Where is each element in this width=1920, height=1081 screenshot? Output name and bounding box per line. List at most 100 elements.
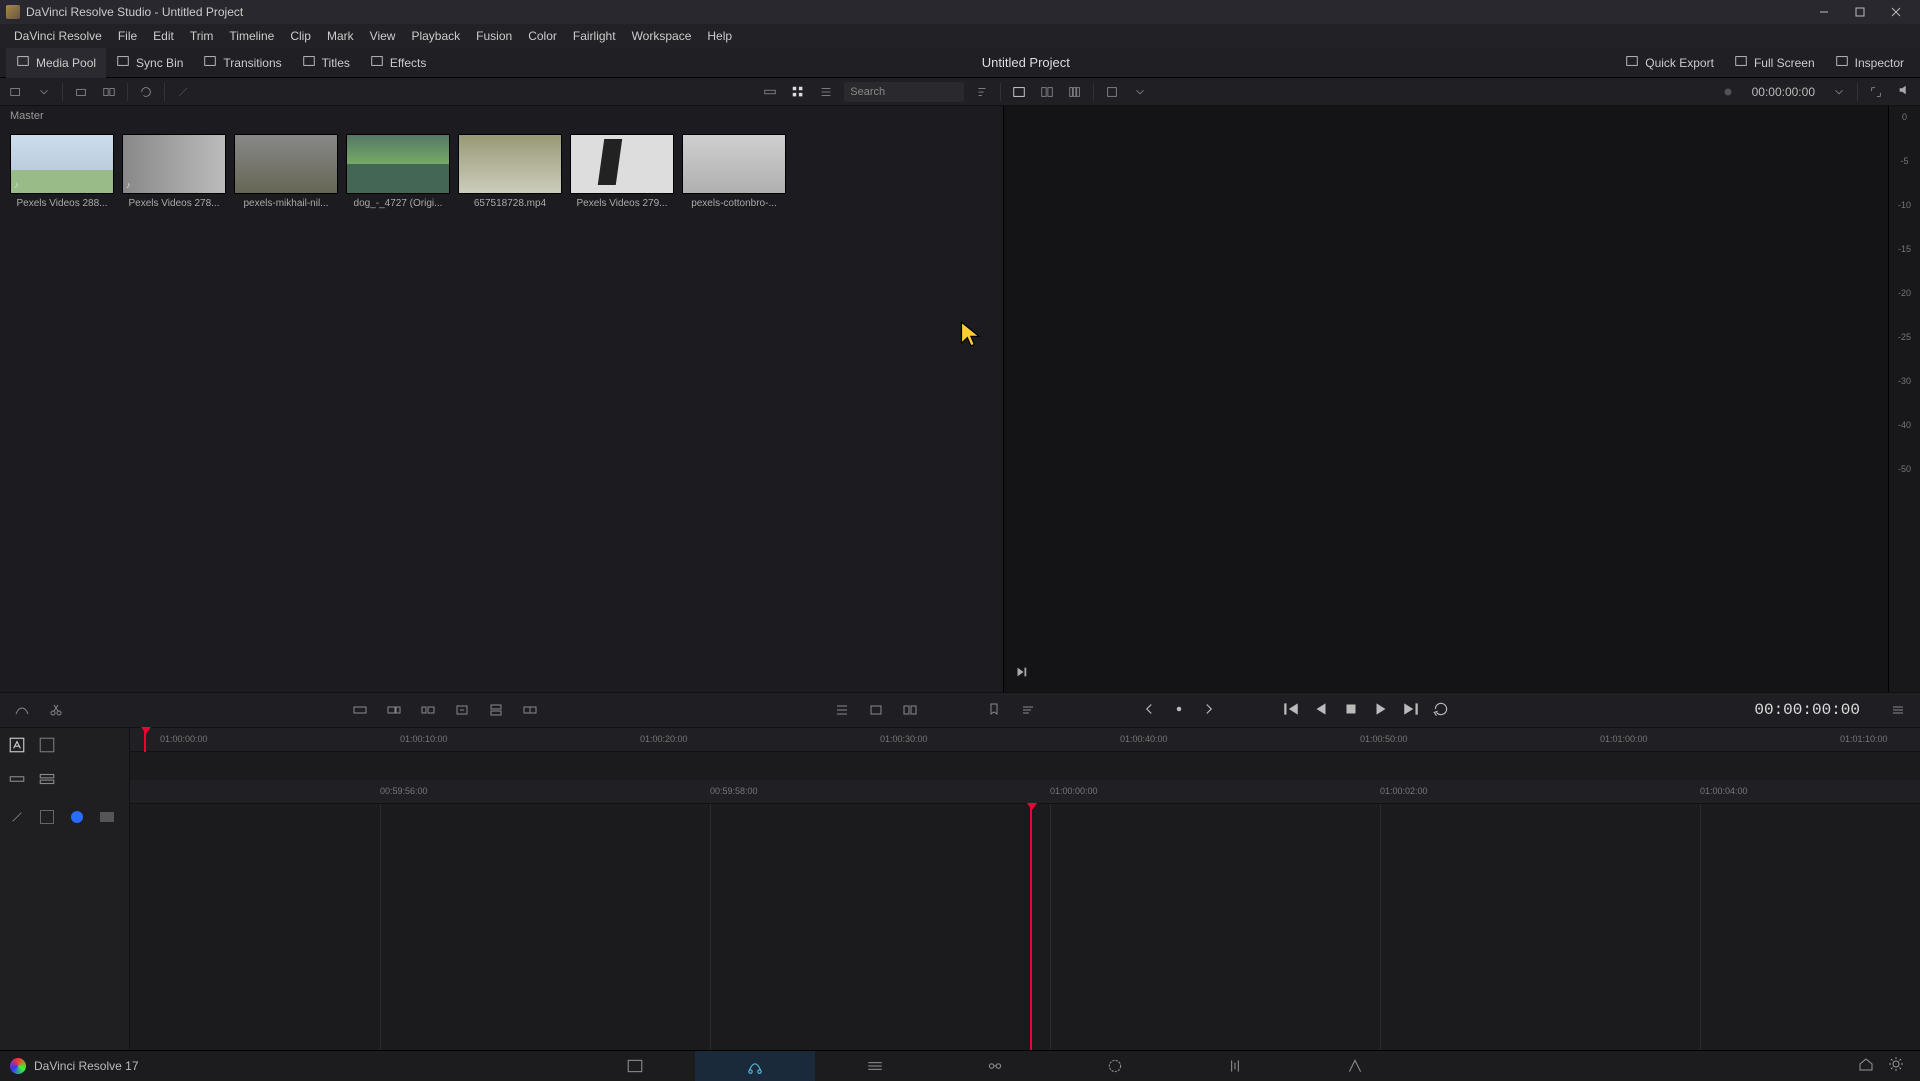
home-icon[interactable] — [1858, 1056, 1874, 1075]
video-track-icon[interactable] — [6, 768, 28, 790]
tab-effects[interactable]: Effects — [360, 48, 436, 78]
bin-icon[interactable] — [71, 83, 91, 101]
menu-clip[interactable]: Clip — [282, 29, 319, 43]
clip-thumbnail[interactable]: ♪Pexels Videos 279... — [570, 134, 674, 209]
loop-icon[interactable] — [1432, 700, 1450, 721]
closeup-icon[interactable] — [450, 699, 474, 721]
menu-edit[interactable]: Edit — [145, 29, 182, 43]
stop-icon[interactable] — [1342, 700, 1360, 721]
page-cut[interactable] — [695, 1051, 815, 1081]
menu-fusion[interactable]: Fusion — [468, 29, 520, 43]
smart-insert-icon[interactable] — [348, 699, 372, 721]
track-area[interactable] — [130, 804, 1920, 1050]
timeline-ruler-overview[interactable]: 01:00:00:0001:00:10:0001:00:20:0001:00:3… — [130, 728, 1920, 752]
view-mode-c-icon[interactable] — [1065, 83, 1085, 101]
view-mode-b-icon[interactable] — [1037, 83, 1057, 101]
prev-edit-icon[interactable] — [1140, 700, 1158, 721]
tab-inspector[interactable]: Inspector — [1825, 48, 1914, 78]
chevron-down-icon[interactable] — [1130, 83, 1150, 101]
place-on-top-icon[interactable] — [484, 699, 508, 721]
menu-view[interactable]: View — [362, 29, 404, 43]
tab-titles[interactable]: Titles — [292, 48, 360, 78]
playhead[interactable] — [1030, 804, 1032, 1050]
maximize-button[interactable] — [1842, 1, 1878, 23]
menu-trim[interactable]: Trim — [182, 29, 222, 43]
record-icon[interactable] — [1718, 83, 1738, 101]
clip-thumbnail[interactable]: pexels-mikhail-nil... — [234, 134, 338, 209]
refresh-icon[interactable] — [136, 83, 156, 101]
menu-fairlight[interactable]: Fairlight — [565, 29, 624, 43]
tab-full-screen[interactable]: Full Screen — [1724, 48, 1825, 78]
ripple-icon[interactable] — [416, 699, 440, 721]
tab-quick-export[interactable]: Quick Export — [1615, 48, 1724, 78]
go-start-icon[interactable] — [1282, 700, 1300, 721]
search-input[interactable]: Search — [844, 82, 964, 102]
track-color-icon[interactable] — [96, 806, 118, 828]
clip-thumbnail[interactable]: dog_-_4727 (Origi... — [346, 134, 450, 209]
tc-menu-icon[interactable] — [1829, 83, 1849, 101]
play-reverse-icon[interactable] — [1312, 700, 1330, 721]
page-fairlight[interactable] — [1175, 1051, 1295, 1081]
wand-icon[interactable] — [173, 83, 193, 101]
timeline-tracks[interactable]: 01:00:00:0001:00:10:0001:00:20:0001:00:3… — [130, 728, 1920, 1050]
marker-color-icon[interactable] — [66, 806, 88, 828]
tool-b-icon[interactable] — [864, 699, 888, 721]
sort-icon[interactable] — [972, 83, 992, 101]
append-icon[interactable] — [382, 699, 406, 721]
boring-detector-icon[interactable] — [10, 699, 34, 721]
project-settings-icon[interactable] — [1888, 1056, 1904, 1075]
clip-thumbnail[interactable]: ♪Pexels Videos 288... — [10, 134, 114, 209]
flags-icon[interactable] — [1016, 699, 1040, 721]
clip-thumbnail[interactable]: 657518728.mp4 — [458, 134, 562, 209]
page-fusion[interactable] — [935, 1051, 1055, 1081]
split-clip-icon[interactable] — [44, 699, 68, 721]
page-media[interactable] — [575, 1051, 695, 1081]
viewer-panel[interactable] — [1004, 106, 1888, 692]
menu-file[interactable]: File — [110, 29, 145, 43]
list-view-icon[interactable] — [816, 83, 836, 101]
speaker-icon[interactable] — [1894, 81, 1914, 99]
timeline-ruler-detail[interactable]: 00:59:56:0000:59:58:0001:00:00:0001:00:0… — [130, 780, 1920, 804]
marker-icon[interactable] — [982, 699, 1006, 721]
menu-workspace[interactable]: Workspace — [624, 29, 700, 43]
tool-c-icon[interactable] — [898, 699, 922, 721]
overview-playhead[interactable] — [144, 728, 146, 752]
menu-help[interactable]: Help — [699, 29, 740, 43]
bin-path[interactable]: Master — [0, 106, 1003, 128]
thumbnail-view-icon[interactable] — [788, 83, 808, 101]
expand-icon[interactable] — [1866, 83, 1886, 101]
import-media-icon[interactable] — [6, 83, 26, 101]
page-edit[interactable] — [815, 1051, 935, 1081]
timeline-timecode[interactable]: 00:00:00:00 — [1738, 701, 1876, 719]
menu-color[interactable]: Color — [520, 29, 565, 43]
minimize-button[interactable] — [1806, 1, 1842, 23]
timeline-menu-icon[interactable] — [1886, 699, 1910, 721]
opts-icon[interactable] — [1102, 83, 1122, 101]
tool-a-icon[interactable] — [830, 699, 854, 721]
track-mode-b-icon[interactable] — [36, 734, 58, 756]
view-mode-a-icon[interactable] — [1009, 83, 1029, 101]
bin-list-icon[interactable] — [99, 83, 119, 101]
menu-playback[interactable]: Playback — [403, 29, 468, 43]
menu-mark[interactable]: Mark — [319, 29, 362, 43]
source-overwrite-icon[interactable] — [518, 699, 542, 721]
page-deliver[interactable] — [1295, 1051, 1415, 1081]
menu-timeline[interactable]: Timeline — [221, 29, 282, 43]
tab-sync-bin[interactable]: Sync Bin — [106, 48, 193, 78]
snap-icon[interactable] — [36, 806, 58, 828]
dropdown-icon[interactable] — [34, 83, 54, 101]
close-button[interactable] — [1878, 1, 1914, 23]
audio-track-icon[interactable] — [36, 768, 58, 790]
track-mode-a-icon[interactable] — [6, 734, 28, 756]
next-edit-icon[interactable] — [1200, 700, 1218, 721]
menu-davinci-resolve[interactable]: DaVinci Resolve — [6, 29, 110, 43]
tab-transitions[interactable]: Transitions — [193, 48, 291, 78]
jog-dot-icon[interactable] — [1170, 700, 1188, 721]
play-icon[interactable] — [1372, 700, 1390, 721]
skip-end-icon[interactable] — [1014, 665, 1028, 682]
go-end-icon[interactable] — [1402, 700, 1420, 721]
strip-view-icon[interactable] — [760, 83, 780, 101]
edit-track-icon[interactable] — [6, 806, 28, 828]
page-color[interactable] — [1055, 1051, 1175, 1081]
clip-thumbnail[interactable]: ♪Pexels Videos 278... — [122, 134, 226, 209]
